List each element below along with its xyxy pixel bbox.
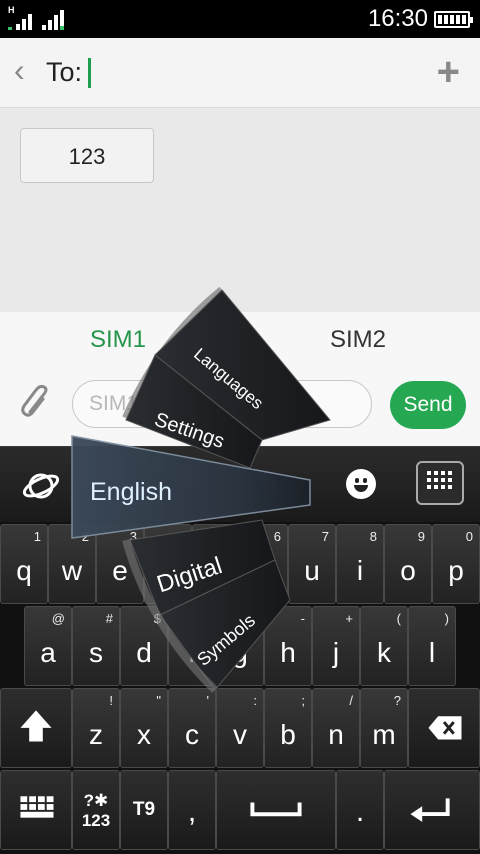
key-d[interactable]: $ d xyxy=(120,606,168,686)
comma-key[interactable]: , xyxy=(168,770,216,850)
key-i[interactable]: 8i xyxy=(336,524,384,604)
key-hint: 6 xyxy=(273,529,281,544)
key-hint: ' xyxy=(206,693,209,708)
key-hint: " xyxy=(156,693,161,708)
key-m[interactable]: ? m xyxy=(360,688,408,768)
key-label: s xyxy=(89,637,103,668)
key-label: j xyxy=(332,637,340,668)
sim2-tab[interactable]: SIM2 xyxy=(330,326,386,354)
add-recipient-button[interactable]: + xyxy=(437,48,460,96)
key-hint: 9 xyxy=(417,529,425,544)
key-label: l xyxy=(428,637,436,668)
recipient-header: ‹ To: + xyxy=(0,38,480,108)
key-o[interactable]: 9o xyxy=(384,524,432,604)
paperclip-icon[interactable] xyxy=(18,384,54,420)
key-label: u xyxy=(304,555,320,586)
key-u[interactable]: 7u xyxy=(288,524,336,604)
key-label: v xyxy=(233,719,247,750)
key-label: z xyxy=(89,719,103,750)
key-hint: : xyxy=(253,693,257,708)
key-j[interactable]: + j xyxy=(312,606,360,686)
key-v[interactable]: :v xyxy=(216,688,264,768)
key-hint: ( xyxy=(396,611,401,626)
key-hint: ; xyxy=(301,693,305,708)
backspace-key[interactable] xyxy=(408,688,480,768)
key-label: b xyxy=(280,719,296,750)
key-p[interactable]: 0p xyxy=(432,524,480,604)
key-l[interactable]: ) l xyxy=(408,606,456,686)
key-label: i xyxy=(356,555,364,586)
hide-keyboard-icon[interactable] xyxy=(416,461,464,505)
back-icon[interactable]: ‹ xyxy=(14,54,25,86)
key-hint: @ xyxy=(51,611,65,626)
key-label: w xyxy=(61,555,83,586)
key-hint: ) xyxy=(444,611,449,626)
key-hint: - xyxy=(300,611,305,626)
status-bar: H 16:30 xyxy=(0,0,480,38)
key-label: m xyxy=(372,719,396,750)
key-label: e xyxy=(112,555,128,586)
key-label: d xyxy=(136,637,152,668)
key-s[interactable]: # s xyxy=(72,606,120,686)
key-label: a xyxy=(40,637,56,668)
key-label: p xyxy=(448,555,464,586)
signal-icon: H xyxy=(8,6,34,30)
key-hint: 1 xyxy=(33,529,41,544)
key-hint: + xyxy=(345,611,353,626)
text-caret xyxy=(88,58,91,88)
key-b[interactable]: ; b xyxy=(264,688,312,768)
key-n[interactable]: / n xyxy=(312,688,360,768)
key-hint: # xyxy=(105,611,113,626)
t9-key[interactable]: T9 xyxy=(120,770,168,850)
signal-icon-sim2 xyxy=(40,8,66,30)
key-z[interactable]: ! z xyxy=(72,688,120,768)
key-label: q xyxy=(16,555,32,586)
clock: 16:30 xyxy=(367,5,428,32)
key-q[interactable]: 1q xyxy=(0,524,48,604)
key-label: x xyxy=(137,719,151,750)
key-label: n xyxy=(328,719,344,750)
sim1-tab[interactable]: SIM1 xyxy=(90,326,146,354)
space-key[interactable] xyxy=(216,770,336,850)
shift-key[interactable] xyxy=(0,688,72,768)
enter-key[interactable] xyxy=(384,770,480,850)
to-label: To: xyxy=(46,57,83,87)
key-label: o xyxy=(400,555,416,586)
period-key[interactable]: . xyxy=(336,770,384,850)
battery-icon xyxy=(434,11,473,28)
key-c[interactable]: ' c xyxy=(168,688,216,768)
recipient-chip[interactable]: 123 xyxy=(20,128,154,183)
keyboard-logo-icon[interactable] xyxy=(22,467,60,505)
key-hint: 7 xyxy=(321,529,329,544)
key-hint: ? xyxy=(393,693,401,708)
key-x[interactable]: " x xyxy=(120,688,168,768)
key-hint: 8 xyxy=(369,529,377,544)
keypad-key[interactable] xyxy=(0,770,72,850)
radial-english-label: English xyxy=(90,478,172,506)
key-hint: / xyxy=(349,693,353,708)
key-hint: 0 xyxy=(465,529,473,544)
key-label: c xyxy=(185,719,199,750)
emoji-icon[interactable] xyxy=(346,469,376,499)
key-a[interactable]: @ a xyxy=(24,606,72,686)
key-label: k xyxy=(377,637,391,668)
key-hint: ! xyxy=(109,693,113,708)
key-k[interactable]: (k xyxy=(360,606,408,686)
symbols-key[interactable]: ?✱ 123 xyxy=(72,770,120,850)
key-e[interactable]: 3e xyxy=(96,524,144,604)
key-label: h xyxy=(280,637,296,668)
send-button[interactable]: Send xyxy=(390,381,466,429)
